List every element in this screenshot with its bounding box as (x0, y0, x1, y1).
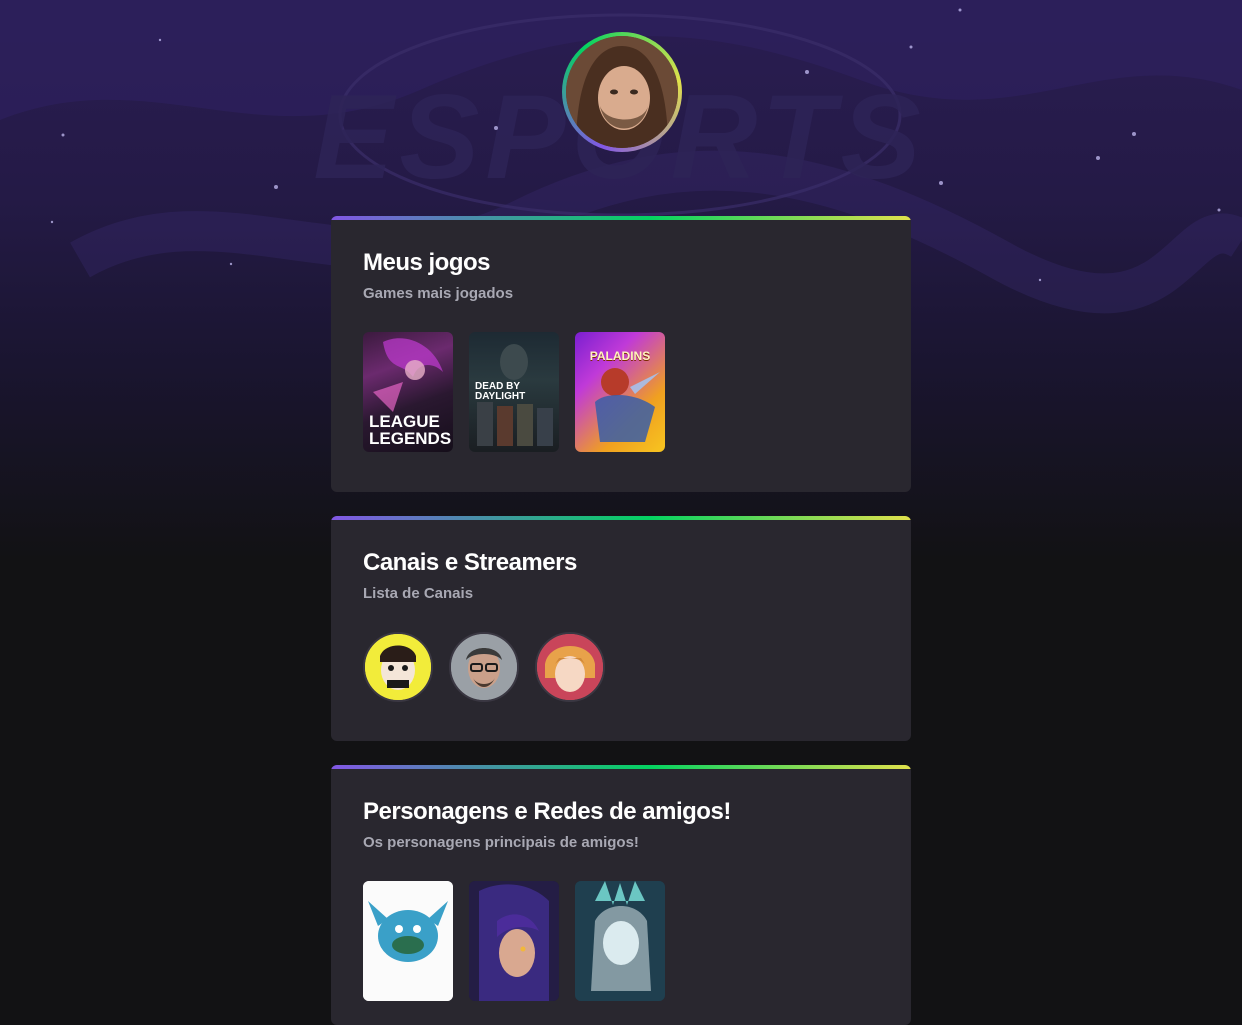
lol-label-line2: LEGENDS (369, 429, 452, 448)
channels-card: Canais e Streamers Lista de Canais (331, 516, 911, 741)
character-card-3[interactable] (575, 881, 665, 1001)
paladins-label: PALADINS (589, 349, 651, 363)
dbd-label-line2: DAYLIGHT (475, 391, 526, 402)
channels-list (363, 632, 879, 702)
games-card: Meus jogos Games mais jogados LEAGUE LEG… (331, 216, 911, 492)
characters-card: Personagens e Redes de amigos! Os person… (331, 765, 911, 1025)
channels-subtitle: Lista de Canais (363, 585, 474, 602)
channels-title: Canais e Streamers (363, 549, 577, 576)
characters-list (363, 881, 879, 1001)
character-card-1[interactable] (363, 881, 453, 1001)
profile-avatar[interactable] (562, 32, 682, 152)
characters-title: Personagens e Redes de amigos! (363, 798, 731, 825)
lol-label-line1: LEAGUE (369, 412, 440, 431)
channel-avatar-2[interactable] (449, 632, 519, 702)
character-card-2[interactable] (469, 881, 559, 1001)
games-subtitle: Games mais jogados (363, 285, 514, 302)
avatar-image (566, 36, 678, 148)
channel-avatar-1[interactable] (363, 632, 433, 702)
games-title: Meus jogos (363, 249, 491, 276)
game-league-of-legends[interactable]: LEAGUE LEGENDS (363, 332, 453, 452)
characters-subtitle: Os personagens principais de amigos! (363, 834, 639, 851)
games-list: LEAGUE LEGENDS DEAD BY DAYLIGHT PALADINS (363, 332, 879, 452)
game-paladins[interactable]: PALADINS (575, 332, 665, 452)
channel-avatar-3[interactable] (535, 632, 605, 702)
game-dead-by-daylight[interactable]: DEAD BY DAYLIGHT (469, 332, 559, 452)
